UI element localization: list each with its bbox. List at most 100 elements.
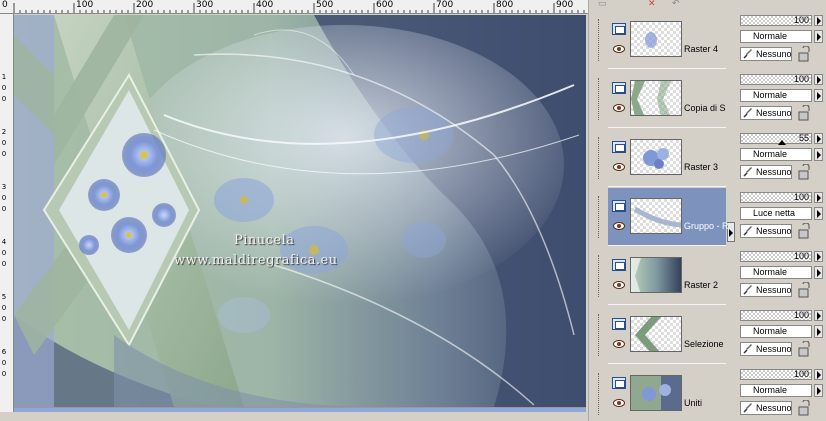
- blend-mode-select[interactable]: Normale: [740, 89, 812, 102]
- undo-icon[interactable]: ↶: [672, 0, 680, 9]
- link-set-field[interactable]: Nessuno: [740, 106, 792, 120]
- lock-transparency-icon[interactable]: [796, 340, 812, 357]
- blend-mode-arrow-icon[interactable]: [814, 325, 823, 338]
- ruler-left-label: 2: [1, 128, 7, 136]
- layer-name[interactable]: Raster 4: [684, 44, 718, 54]
- layer-name[interactable]: Copia di S: [684, 103, 726, 113]
- opacity-arrow-icon[interactable]: [814, 251, 823, 262]
- raster-layer-icon: [612, 23, 626, 35]
- layer-row[interactable]: Selezione: [598, 306, 726, 364]
- blend-mode-arrow-icon[interactable]: [814, 384, 823, 397]
- blend-mode-select[interactable]: Normale: [740, 325, 812, 338]
- opacity-slider[interactable]: 100: [740, 369, 812, 380]
- ruler-left-label: 0: [1, 315, 7, 323]
- blend-mode-select[interactable]: Normale: [740, 30, 812, 43]
- lock-transparency-icon[interactable]: [796, 163, 812, 180]
- link-set-field[interactable]: Nessuno: [740, 401, 792, 415]
- link-set-label: Nessuno: [756, 344, 792, 354]
- opacity-slider[interactable]: 100: [740, 74, 812, 85]
- layers-toolbar: ▭ ✕ ↶: [594, 0, 826, 8]
- close-icon[interactable]: ✕: [648, 0, 656, 9]
- lock-transparency-icon[interactable]: [796, 104, 812, 121]
- raster-layer-icon: [612, 259, 626, 271]
- layer-row[interactable]: Gruppo - R: [598, 188, 729, 246]
- link-set-field[interactable]: Nessuno: [740, 47, 792, 61]
- lock-transparency-icon[interactable]: [796, 45, 812, 62]
- opacity-slider[interactable]: 100: [740, 15, 812, 26]
- layer-row[interactable]: Uniti: [598, 365, 726, 421]
- layer-row[interactable]: Raster 2: [598, 247, 726, 305]
- ruler-left-label: 4: [1, 238, 7, 246]
- layer-row[interactable]: Raster 4: [598, 11, 726, 69]
- layer-name[interactable]: Raster 3: [684, 162, 718, 172]
- layer-properties: 100 Normale Nessuno: [738, 365, 826, 421]
- layer-name[interactable]: Raster 2: [684, 280, 718, 290]
- lock-transparency-icon[interactable]: [796, 281, 812, 298]
- ruler-left-label: 0: [1, 150, 7, 158]
- opacity-slider[interactable]: 100: [740, 192, 812, 203]
- link-set-field[interactable]: Nessuno: [740, 342, 792, 356]
- blend-mode-arrow-icon[interactable]: [814, 266, 823, 279]
- ruler-left-label: 0: [1, 139, 7, 147]
- opacity-arrow-icon[interactable]: [814, 15, 823, 26]
- opacity-arrow-icon[interactable]: [814, 310, 823, 321]
- blend-mode-arrow-icon[interactable]: [814, 207, 823, 220]
- link-set-field[interactable]: Nessuno: [740, 283, 792, 297]
- opacity-slider[interactable]: 55: [740, 133, 812, 145]
- eye-visibility-icon[interactable]: [613, 281, 625, 289]
- brush-icon: [743, 285, 753, 295]
- link-set-field[interactable]: Nessuno: [740, 165, 792, 179]
- eye-visibility-icon[interactable]: [613, 222, 625, 230]
- link-set-label: Nessuno: [756, 49, 792, 59]
- layer-name[interactable]: Selezione: [684, 339, 724, 349]
- blend-mode-select[interactable]: Normale: [740, 148, 812, 161]
- eye-visibility-icon[interactable]: [613, 163, 625, 171]
- eye-visibility-icon[interactable]: [613, 340, 625, 348]
- brush-icon: [743, 344, 753, 354]
- link-set-field[interactable]: Nessuno: [740, 224, 792, 238]
- brush-icon: [743, 167, 753, 177]
- ruler-left-label: 3: [1, 183, 7, 191]
- layer-thumbnail: [630, 316, 682, 352]
- layer-name[interactable]: Uniti: [684, 398, 702, 408]
- layer-thumbnail: [630, 257, 682, 293]
- image-canvas[interactable]: Pinucela www.maldiregrafica.eu: [14, 15, 586, 407]
- opacity-arrow-icon[interactable]: [814, 192, 823, 203]
- blend-mode-select[interactable]: Normale: [740, 384, 812, 397]
- horizontal-ruler: 0 100 200 300 400 500 600 700 800 900: [0, 0, 588, 14]
- eye-visibility-icon[interactable]: [613, 399, 625, 407]
- opacity-arrow-icon[interactable]: [814, 369, 823, 380]
- blend-mode-select[interactable]: Normale: [740, 266, 812, 279]
- ruler-left-label: 0: [1, 370, 7, 378]
- watermark-url: www.maldiregrafica.eu: [174, 253, 338, 268]
- lock-transparency-icon[interactable]: [796, 399, 812, 416]
- lock-transparency-icon[interactable]: [796, 222, 812, 239]
- opacity-value: 100: [793, 15, 809, 25]
- blend-mode-arrow-icon[interactable]: [814, 148, 823, 161]
- watermark-author: Pinucela: [234, 233, 295, 248]
- layer-name[interactable]: Gruppo - R: [684, 221, 729, 231]
- opacity-slider[interactable]: 100: [740, 310, 812, 321]
- ruler-left-label: 0: [1, 249, 7, 257]
- layer-link-dots: [598, 314, 600, 356]
- ruler-left-label: 1: [1, 73, 7, 81]
- layer-row[interactable]: Raster 3: [598, 129, 726, 187]
- opacity-arrow-icon[interactable]: [814, 74, 823, 85]
- opacity-slider[interactable]: 100: [740, 251, 812, 262]
- layer-link-dots: [598, 137, 600, 179]
- opacity-slider-handle[interactable]: [778, 140, 786, 145]
- link-set-label: Nessuno: [756, 403, 792, 413]
- blend-mode-arrow-icon[interactable]: [814, 89, 823, 102]
- ruler-left-label: 0: [1, 84, 7, 92]
- new-layer-icon[interactable]: ▭: [598, 0, 607, 9]
- ruler-left-label: 0: [1, 194, 7, 202]
- blend-mode-arrow-icon[interactable]: [814, 30, 823, 43]
- layer-properties: 100 Normale Nessuno: [738, 306, 826, 364]
- eye-visibility-icon[interactable]: [613, 45, 625, 53]
- eye-visibility-icon[interactable]: [613, 104, 625, 112]
- blend-mode-select[interactable]: Luce netta: [740, 207, 812, 220]
- layer-properties: 55 Normale Nessuno: [738, 129, 826, 187]
- opacity-value: 100: [793, 310, 809, 320]
- layer-row[interactable]: Copia di S: [598, 70, 726, 128]
- opacity-arrow-icon[interactable]: [814, 133, 823, 144]
